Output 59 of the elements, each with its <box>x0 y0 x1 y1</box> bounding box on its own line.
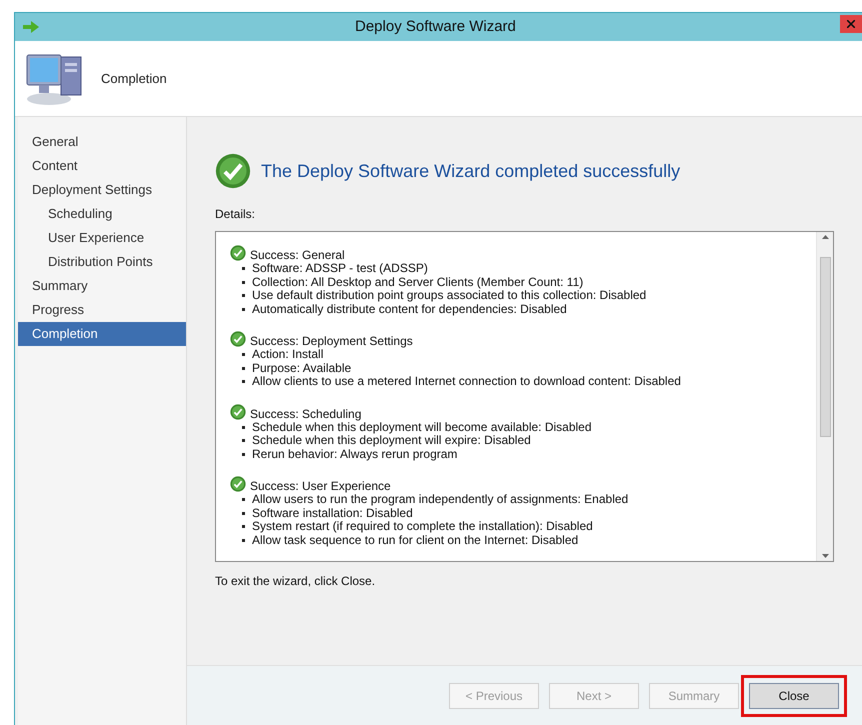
bullet-icon <box>242 294 245 298</box>
success-check-icon <box>230 331 246 347</box>
success-message: The Deploy Software Wizard completed successfully <box>261 160 680 183</box>
scroll-thumb[interactable] <box>820 256 830 436</box>
detail-line: Schedule when this deployment will become available: Disabled <box>252 420 592 434</box>
bullet-icon <box>242 512 245 515</box>
bullet-icon <box>242 380 245 384</box>
sidebar-item[interactable]: General <box>18 130 186 154</box>
detail-line: Purpose: Available <box>252 362 352 375</box>
bullet-icon <box>242 538 245 542</box>
bullet-icon <box>242 439 245 442</box>
bullet-icon <box>242 426 245 429</box>
scroll-up-icon[interactable] <box>822 235 828 239</box>
detail-line: Software: ADSSP - test (ADSSP) <box>252 262 428 276</box>
arrow-icon <box>23 21 39 33</box>
detail-line: Allow task sequence to run for client on the Internet: Disabled <box>252 534 578 547</box>
sidebar-item[interactable]: Completion <box>18 322 186 346</box>
page-heading: Completion <box>101 70 167 88</box>
close-window-button[interactable] <box>840 15 862 33</box>
detail-line: Schedule when this deployment will expire: Disabled <box>252 434 531 448</box>
sidebar-item[interactable]: Deployment Settings <box>18 178 186 202</box>
sidebar-item[interactable]: Summary <box>18 274 186 298</box>
section-heading: Success: Scheduling <box>250 406 362 420</box>
sidebar-item[interactable]: User Experience <box>18 226 186 250</box>
detail-line: System restart (if required to complete the installation): Disabled <box>252 520 593 534</box>
bullet-icon <box>242 498 245 502</box>
detail-line: Automatically distribute content for dependencies: Disabled <box>252 302 567 316</box>
sidebar-item[interactable]: Distribution Points <box>18 250 186 274</box>
detail-line: Use default distribution point groups associated to this collection: Disabled <box>252 289 646 302</box>
success-check-icon <box>230 245 246 261</box>
success-check-icon <box>230 404 246 420</box>
bullet-icon <box>242 366 245 370</box>
bullet-icon <box>242 452 245 456</box>
bullet-icon <box>242 308 245 311</box>
exit-hint: To exit the wizard, click Close. <box>215 573 376 590</box>
bullet-icon <box>242 267 245 270</box>
details-label: Details: <box>215 206 256 223</box>
detail-line: Software installation: Disabled <box>252 506 413 520</box>
section-heading: Success: User Experience <box>250 479 391 493</box>
detail-line: Action: Install <box>252 348 324 362</box>
detail-line: Allow clients to use a metered Internet connection to download content: Disabled <box>252 375 681 388</box>
bullet-icon <box>242 525 245 528</box>
detail-line: Allow users to run the program independently of assignments: Enabled <box>252 493 628 506</box>
window-title: Deploy Software Wizard <box>355 16 516 37</box>
scrollbar[interactable] <box>816 232 833 561</box>
wizard-button[interactable]: Close <box>749 682 839 708</box>
sidebar-item[interactable]: Content <box>18 154 186 178</box>
sidebar-item[interactable]: Scheduling <box>18 202 186 226</box>
success-check-icon <box>230 476 246 492</box>
detail-line: Rerun behavior: Always rerun program <box>252 448 458 461</box>
bullet-icon <box>242 353 245 356</box>
bullet-icon <box>242 280 245 284</box>
detail-line: Collection: All Desktop and Server Clients (Member Count: 11) <box>252 276 584 289</box>
success-check-icon <box>215 153 251 189</box>
section-heading: Success: General <box>250 248 345 262</box>
sidebar-item[interactable]: Progress <box>18 298 186 322</box>
scroll-down-icon[interactable] <box>822 554 828 558</box>
close-icon <box>847 20 855 28</box>
section-heading: Success: Deployment Settings <box>250 334 413 348</box>
